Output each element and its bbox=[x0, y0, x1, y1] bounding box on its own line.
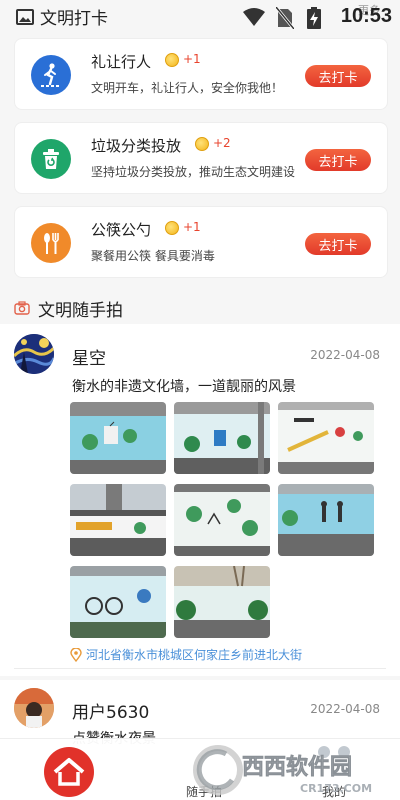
location-pin-icon bbox=[70, 647, 82, 662]
status-time: 10:53 bbox=[340, 5, 392, 27]
post-photo[interactable] bbox=[70, 484, 166, 556]
checkin-button[interactable]: 去打卡 bbox=[305, 233, 371, 255]
image-icon bbox=[16, 8, 34, 30]
post-photo[interactable] bbox=[278, 402, 374, 474]
svg-text:CR173.COM: CR173.COM bbox=[300, 782, 372, 795]
post-photo[interactable] bbox=[174, 402, 270, 474]
trash-bin-icon bbox=[31, 139, 71, 179]
task-title: 礼让行人 bbox=[91, 53, 152, 71]
post-photo[interactable] bbox=[174, 484, 270, 556]
task-points: +2 bbox=[213, 136, 231, 150]
post-photo[interactable] bbox=[174, 566, 270, 638]
battery-charging-icon bbox=[306, 7, 322, 33]
avatar[interactable] bbox=[14, 334, 54, 374]
spoon-fork-icon bbox=[31, 223, 71, 263]
post-location[interactable]: 河北省衡水市桃城区何家庄乡前进北大街 bbox=[70, 646, 302, 663]
post-photo[interactable] bbox=[70, 402, 166, 474]
post-photo[interactable] bbox=[278, 484, 374, 556]
coin-icon bbox=[165, 53, 179, 67]
coin-icon bbox=[165, 221, 179, 235]
nav-home-button[interactable] bbox=[44, 747, 94, 797]
post-date: 2022-04-08 bbox=[310, 702, 380, 716]
coin-icon bbox=[195, 137, 209, 151]
checkin-button[interactable]: 去打卡 bbox=[305, 149, 371, 171]
username[interactable]: 用户5630 bbox=[72, 698, 149, 723]
post-date: 2022-04-08 bbox=[310, 348, 380, 362]
status-bar: 更多 10:53 bbox=[0, 0, 400, 34]
wifi-icon bbox=[242, 7, 266, 31]
camera-icon bbox=[14, 300, 32, 318]
task-card-garbage-sorting: 垃圾分类投放 +2 坚持垃圾分类投放，推动生态文明建设 去打卡 bbox=[14, 122, 388, 194]
task-points: +1 bbox=[183, 220, 201, 234]
no-sim-icon bbox=[274, 6, 296, 33]
photos-section-title: 文明随手拍 bbox=[38, 301, 123, 321]
task-desc: 聚餐用公筷 餐具要消毒 bbox=[91, 249, 215, 263]
photos-section-header: 文明随手拍 bbox=[14, 296, 123, 321]
location-text: 河北省衡水市桃城区何家庄乡前进北大街 bbox=[86, 648, 303, 662]
task-card-yield-pedestrians: 礼让行人 +1 文明开车，礼让行人，安全你我他！ 去打卡 bbox=[14, 38, 388, 110]
task-points: +1 bbox=[183, 52, 201, 66]
task-title: 公筷公勺 bbox=[91, 221, 152, 239]
watermark-logo: 西西软件园 CR173.COM bbox=[192, 742, 388, 798]
task-desc: 坚持垃圾分类投放，推动生态文明建设 bbox=[91, 165, 296, 179]
checkin-button[interactable]: 去打卡 bbox=[305, 65, 371, 87]
post-photo[interactable] bbox=[70, 566, 166, 638]
task-desc: 文明开车，礼让行人，安全你我他！ bbox=[91, 81, 284, 95]
task-title: 垃圾分类投放 bbox=[91, 137, 182, 155]
pedestrian-crossing-icon bbox=[31, 55, 71, 95]
post-card[interactable]: 用户5630 2022-04-08 点赞衡水夜景 bbox=[0, 680, 400, 747]
avatar[interactable] bbox=[14, 688, 54, 728]
svg-text:西西软件园: 西西软件园 bbox=[242, 754, 352, 780]
task-card-serving-chopsticks: 公筷公勺 +1 聚餐用公筷 餐具要消毒 去打卡 bbox=[14, 206, 388, 278]
divider bbox=[14, 668, 386, 669]
post-text: 衡水的非遗文化墙，一道靓丽的风景 bbox=[72, 379, 296, 395]
username[interactable]: 星空 bbox=[72, 344, 106, 369]
